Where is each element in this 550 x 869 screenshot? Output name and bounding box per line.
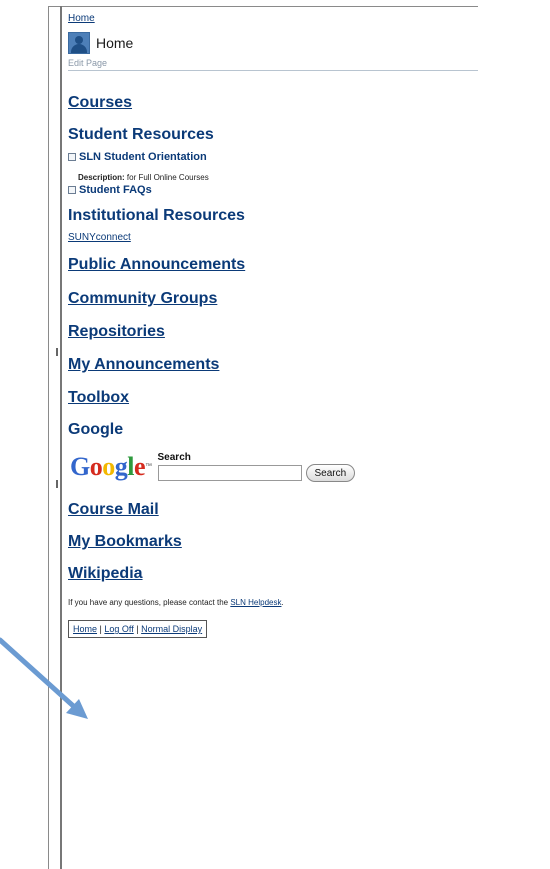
contact-suffix: . [281,598,284,607]
sunyconnect-link[interactable]: SUNYconnect [68,232,478,243]
description-text: for Full Online Courses [126,173,209,182]
sln-helpdesk-link[interactable]: SLN Helpdesk [230,598,281,607]
course-mail-link[interactable]: Course Mail [68,500,478,520]
frame-top-border [48,6,478,7]
my-announcements-link[interactable]: My Announcements [68,355,478,375]
footer-home-link[interactable]: Home [73,624,97,634]
checkbox-bullet-icon [68,186,76,194]
google-heading: Google [68,421,124,438]
contact-prefix: If you have any questions, please contac… [68,598,231,607]
footer-separator: | [136,624,139,634]
repositories-link[interactable]: Repositories [68,322,478,342]
page-content: Home Home Edit Page Courses Student Reso… [68,12,478,638]
edge-tick [56,480,58,488]
list-item-sln-orientation[interactable]: SLN Student Orientation [68,151,478,163]
google-search-widget: Google™ Search Search [70,452,478,482]
footer-separator: | [99,624,102,634]
user-avatar-icon [68,32,90,54]
edge-tick [56,348,58,356]
google-search-button[interactable]: Search [305,464,356,482]
my-bookmarks-link[interactable]: My Bookmarks [68,532,478,552]
footer-log-off-link[interactable]: Log Off [104,624,133,634]
public-announcements-link[interactable]: Public Announcements [68,255,478,275]
institutional-resources-heading: Institutional Resources [68,207,245,224]
wikipedia-link[interactable]: Wikipedia [68,564,478,584]
contact-text: If you have any questions, please contac… [68,598,478,607]
search-label: Search [157,452,191,463]
student-faqs-label: Student FAQs [79,184,152,196]
google-search-input[interactable] [157,465,302,481]
edit-page-link[interactable]: Edit Page [68,58,478,68]
sln-orientation-description: Description: for Full Online Courses [68,173,478,182]
footer-normal-display-link[interactable]: Normal Display [141,624,202,634]
student-resources-heading: Student Resources [68,126,214,143]
sln-orientation-label: SLN Student Orientation [79,151,207,163]
courses-link[interactable]: Courses [68,93,478,113]
footer-nav: Home | Log Off | Normal Display [68,620,208,638]
list-item-student-faqs[interactable]: Student FAQs [68,184,478,196]
google-search-form: Search Search [157,452,356,482]
google-logo: Google™ [70,452,152,481]
page-title: Home [96,35,134,51]
frame-left-border [48,6,49,869]
checkbox-bullet-icon [68,153,76,161]
breadcrumb-home-link[interactable]: Home [68,12,478,26]
toolbox-link[interactable]: Toolbox [68,388,478,408]
page-left-border [60,6,62,869]
page-header: Home [68,32,478,54]
community-groups-link[interactable]: Community Groups [68,289,478,309]
description-label: Description: [78,173,125,182]
